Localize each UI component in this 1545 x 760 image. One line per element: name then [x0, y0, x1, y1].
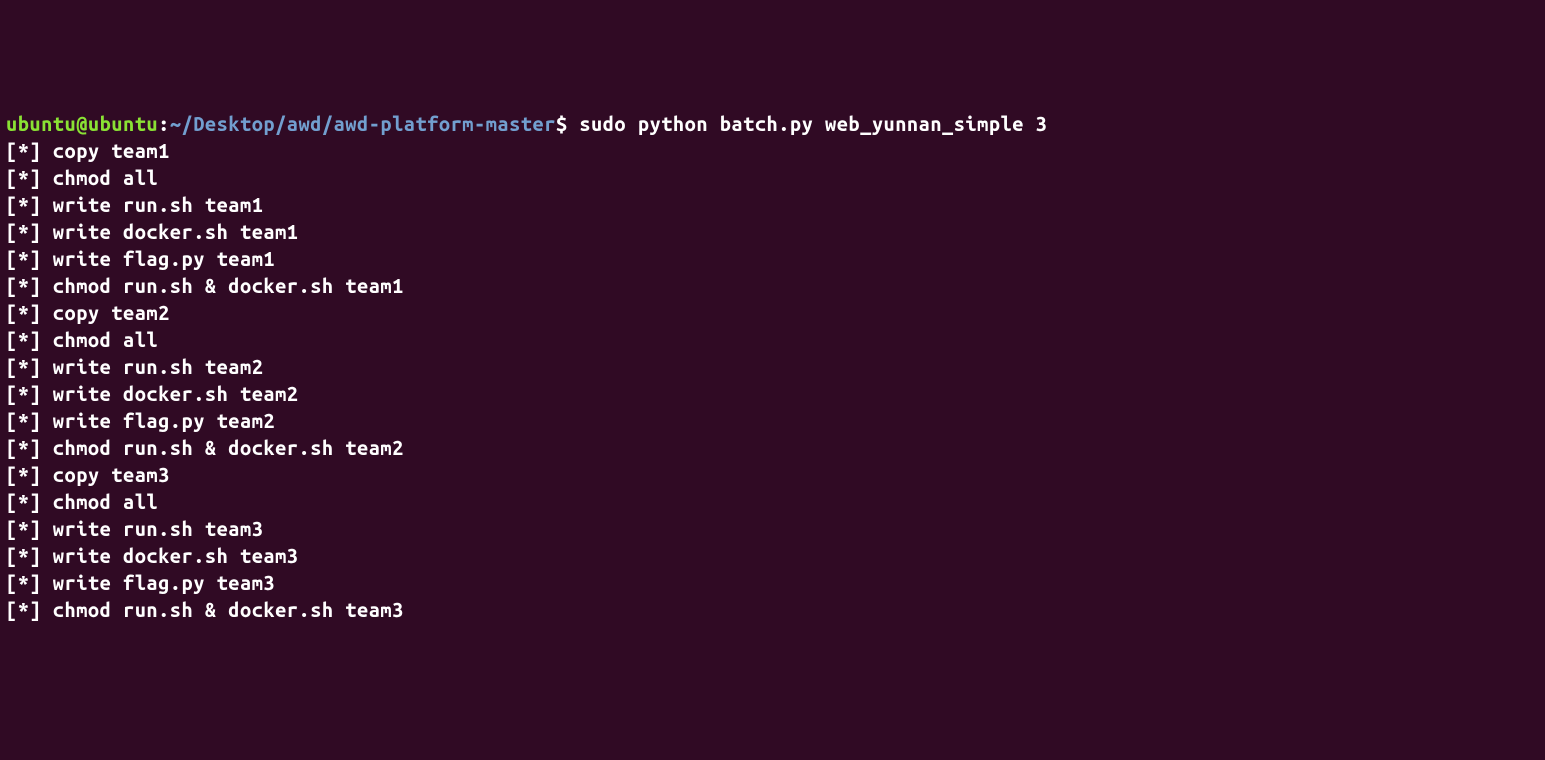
output-line: [*] write flag.py team1 [6, 247, 275, 270]
terminal-window[interactable]: ubuntu@ubuntu:~/Desktop/awd/awd-platform… [6, 110, 1539, 623]
output-line: [*] copy team1 [6, 139, 170, 162]
output-line: [*] write run.sh team2 [6, 355, 263, 378]
output-line: [*] write run.sh team3 [6, 517, 263, 540]
output-line: [*] copy team2 [6, 301, 170, 324]
output-line: [*] write docker.sh team2 [6, 382, 299, 405]
output-line: [*] chmod run.sh & docker.sh team1 [6, 274, 404, 297]
output-line: [*] chmod all [6, 328, 158, 351]
output-line: [*] write run.sh team1 [6, 193, 263, 216]
output-line: [*] write docker.sh team1 [6, 220, 299, 243]
prompt-dollar: $ [556, 112, 568, 135]
output-line: [*] chmod run.sh & docker.sh team3 [6, 598, 404, 621]
command-text: sudo python batch.py web_yunnan_simple 3 [579, 112, 1047, 135]
output-line: [*] chmod run.sh & docker.sh team2 [6, 436, 404, 459]
output-line: [*] write flag.py team3 [6, 571, 275, 594]
prompt-path: ~/Desktop/awd/awd-platform-master [170, 112, 556, 135]
output-line: [*] write flag.py team2 [6, 409, 275, 432]
prompt-user-host: ubuntu@ubuntu [6, 112, 158, 135]
prompt-colon: : [158, 112, 170, 135]
output-line: [*] write docker.sh team3 [6, 544, 299, 567]
output-line: [*] chmod all [6, 490, 158, 513]
output-line: [*] copy team3 [6, 463, 170, 486]
output-line: [*] chmod all [6, 166, 158, 189]
